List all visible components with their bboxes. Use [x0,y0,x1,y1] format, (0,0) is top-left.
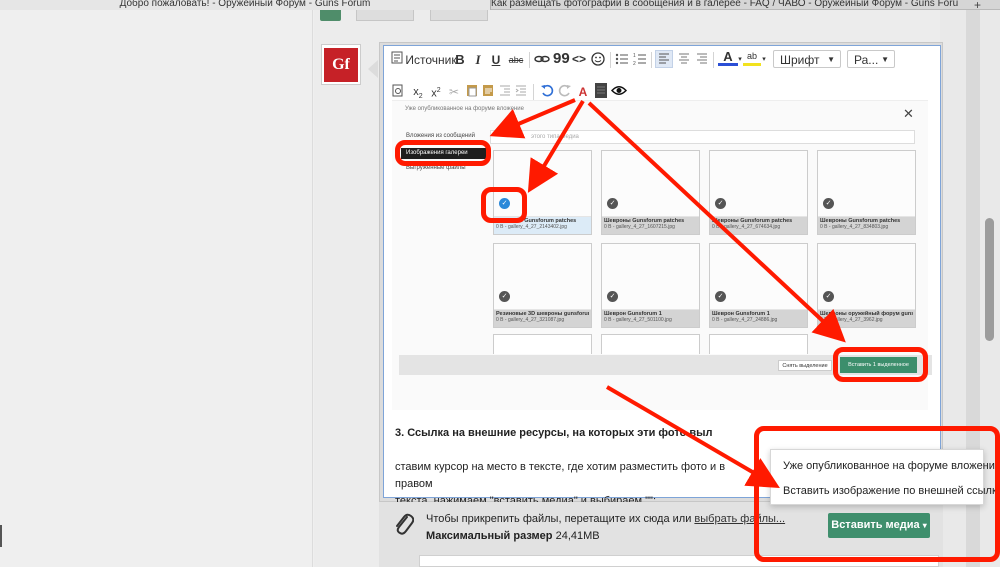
align-center-icon[interactable] [678,52,690,70]
size-select[interactable]: Ра... ▼ [847,50,895,68]
post-body-line: ставим курсор на место в тексте, где хот… [395,461,726,490]
top-green-button[interactable] [320,10,341,21]
strike-icon[interactable]: abc [508,51,524,69]
font-select[interactable]: Шрифт ▼ [773,50,841,68]
browser-tab-active[interactable]: Добро пожаловать! - Оружейный Форум - Gu… [0,0,490,10]
check-icon: ✓ [607,291,618,302]
align-right-icon[interactable] [696,52,708,70]
bold-icon[interactable]: B [453,51,467,69]
paperclip-icon [396,513,414,535]
check-icon: ✓ [715,291,726,302]
align-left-icon[interactable] [655,50,673,68]
svg-text:1: 1 [633,53,636,59]
attachment-hint-text: Чтобы прикрепить файлы, перетащите их сю… [426,513,695,525]
gallery-card-partial [601,334,700,354]
source-icon[interactable] [391,51,403,64]
card-subtitle: 0 B - gallery_4_27_3962.jpg [820,317,883,323]
gallery-card: ✓ Шеврон Gunsforum 10 B - gallery_4_27_2… [709,243,808,328]
card-subtitle: 0 B - gallery_4_27_1607215.jpg [604,224,675,230]
remove-format-icon[interactable]: A [575,83,591,101]
annotation-box-insert-media [754,426,1000,562]
paste-text-icon[interactable] [482,83,494,101]
card-subtitle: 0 B - gallery_4_27_24886.jpg [712,317,778,323]
top-tab-button[interactable] [430,10,488,21]
italic-icon[interactable]: I [471,51,485,69]
gallery-card: ✓ Шевроны Gunsforum patches 0 B - gallery… [817,150,916,235]
gallery-card: ✓ Шевроны Gunsforum patches 0 B - gallery… [601,150,700,235]
underline-icon[interactable]: U [489,51,503,69]
left-edge-marker [0,525,2,547]
annotation-box-gallery [395,140,491,166]
check-icon: ✓ [823,198,834,209]
card-subtitle: 0 B - gallery_4_27_501100.jpg [604,317,672,323]
font-select-value: Шрифт [780,53,820,67]
dialog-heading: Уже опубликованное на форуме вложение [405,106,524,112]
gallery-card: ✓ Резиновые 3D шевроны gunsforum 0 B - ga… [493,243,592,328]
browser-tab-bar: Добро пожаловать! - Оружейный Форум - Gu… [0,0,1000,12]
scrollbar-thumb[interactable] [985,218,994,341]
paste-icon[interactable] [466,83,478,101]
avatar-logo: Gf [324,47,358,82]
top-tab-button[interactable] [356,10,414,21]
gallery-card-partial [493,334,592,354]
gallery-card-partial [709,334,808,354]
redo-icon[interactable] [558,83,572,101]
card-subtitle: 0 B - gallery_4_27_2143402.jpg [496,224,567,230]
annotation-box-insert-selected [833,347,928,382]
superscript-icon[interactable]: x2 [429,82,443,100]
check-icon: ✓ [715,198,726,209]
card-subtitle: 0 B - gallery_4_27_674634.jpg [712,224,781,230]
gallery-card: ✓ Шеврон Gunsforum 10 B - gallery_4_27_5… [601,243,700,328]
media-search-input: этого типа медиа [490,130,915,144]
post-heading: 3. Ссылка на внешние ресурсы, на которых… [395,427,713,439]
message-pointer [368,60,378,78]
link-icon[interactable] [534,52,550,70]
numbered-list-icon[interactable]: 12 [633,52,647,70]
subscript-icon[interactable]: x2 [411,83,425,101]
svg-text:2: 2 [633,61,636,67]
max-size-label: Максимальный размер [426,530,553,542]
cut-icon[interactable]: ✂ [447,83,461,101]
undo-icon[interactable] [540,83,554,101]
emoji-icon[interactable] [591,52,605,70]
browser-tab-title: Как размещать фотографии в сообщения и в… [491,0,958,9]
close-icon: ✕ [903,106,914,121]
check-icon: ✓ [499,291,510,302]
size-select-value: Ра... [854,53,879,67]
avatar[interactable]: Gf [321,44,361,85]
spoiler-icon[interactable] [595,83,607,101]
bullet-list-icon[interactable] [615,52,629,70]
source-button[interactable]: Источник [405,51,457,69]
max-size-value: 24,41MB [555,530,600,542]
unselect-button: Снять выделение [778,360,832,371]
browser-tab-title: Добро пожаловать! - Оружейный Форум - Gu… [119,0,371,9]
check-icon: ✓ [823,291,834,302]
quote-icon[interactable]: 99 [553,50,570,68]
max-size: Максимальный размер 24,41MB [426,530,600,542]
gallery-card: ✓ Шевроны оружейный форум guns forum0 B … [817,243,916,328]
text-color-icon[interactable]: A [718,49,738,66]
card-subtitle: 0 B - gallery_4_27_321087.jpg [496,317,565,323]
annotation-box-checkmark [481,187,527,223]
sidebar-item-message-attachments: Вложения из сообщений [406,133,475,139]
left-panel [0,10,313,567]
attachment-hint: Чтобы прикрепить файлы, перетащите их сю… [426,513,785,525]
code-icon[interactable]: <> [571,50,587,68]
check-icon: ✓ [607,198,618,209]
highlight-icon[interactable]: ab [743,49,761,66]
gallery-card: ✓ Шевроны Gunsforum patches 0 B - gallery… [709,150,808,235]
browser-tab[interactable]: Как размещать фотографии в сообщения и в… [490,0,958,10]
card-subtitle: 0 B - gallery_4_27_834803.jpg [820,224,889,230]
editor-toolbar: Источник B I U abc 99 <> 12 A ▾ ab ▾ Шри… [385,47,939,102]
